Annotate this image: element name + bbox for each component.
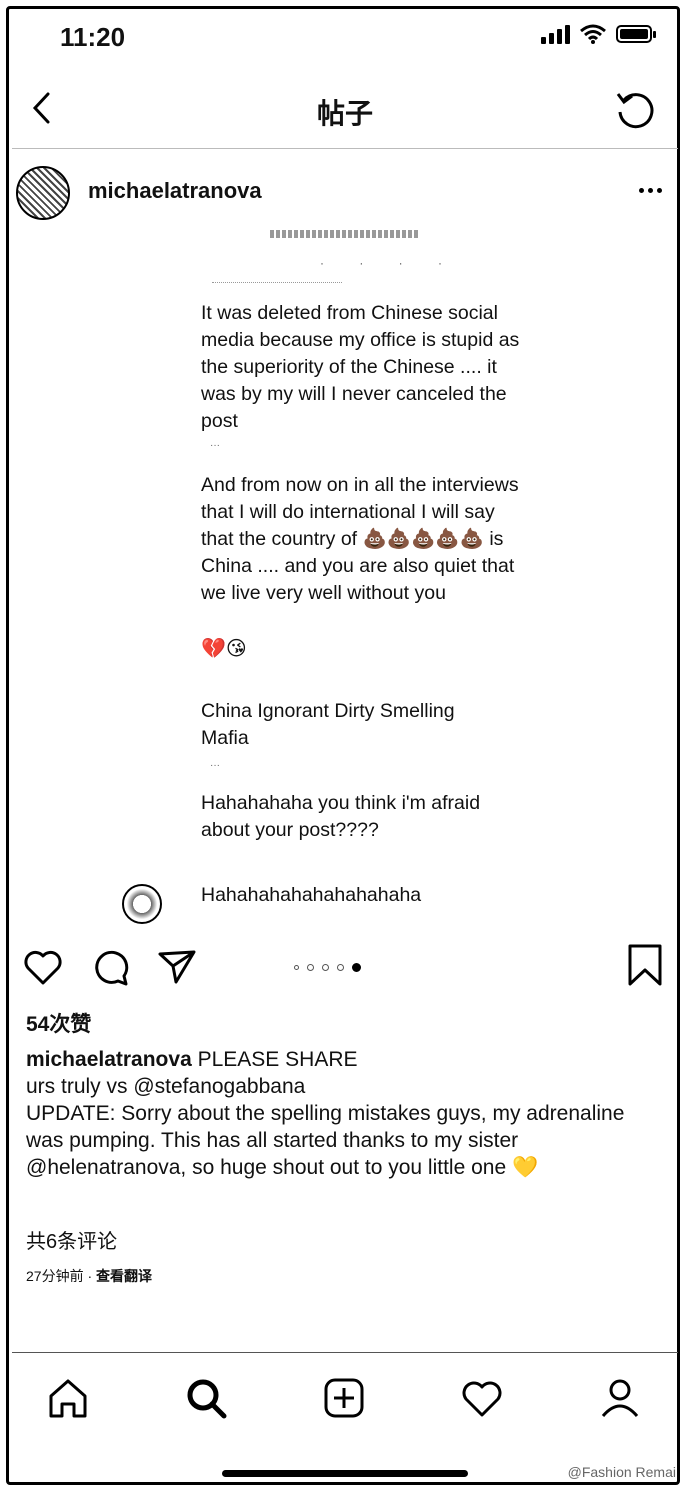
refresh-icon[interactable] bbox=[614, 88, 658, 132]
carousel-indicator bbox=[294, 963, 361, 972]
status-icons bbox=[541, 24, 656, 44]
comment-icon[interactable] bbox=[90, 946, 132, 988]
caption-line-3: UPDATE: Sorry about the spelling mistake… bbox=[26, 1102, 625, 1179]
more-icon[interactable] bbox=[639, 188, 662, 193]
translate-link[interactable]: 查看翻译 bbox=[96, 1268, 152, 1284]
watermark: @Fashion Remai bbox=[567, 1464, 676, 1480]
home-indicator[interactable] bbox=[222, 1470, 468, 1477]
post-username[interactable]: michaelatranova bbox=[88, 178, 262, 204]
wifi-icon bbox=[580, 24, 606, 44]
add-icon[interactable] bbox=[322, 1376, 366, 1420]
search-icon[interactable] bbox=[184, 1376, 228, 1420]
signal-icon bbox=[541, 24, 570, 44]
share-icon[interactable] bbox=[156, 946, 198, 988]
post-image[interactable]: · · · · It was deleted from Chinese soci… bbox=[12, 226, 678, 946]
caption: michaelatranova PLEASE SHARE urs truly v… bbox=[26, 1046, 656, 1181]
page-title: 帖子 bbox=[316, 98, 373, 129]
meta-separator: · bbox=[83, 1268, 97, 1284]
message-4: Hahahahaha you think i'm afraid about yo… bbox=[201, 792, 481, 841]
message-2: And from now on in all the interviews th… bbox=[201, 474, 519, 604]
post-meta: 27分钟前 · 查看翻译 bbox=[26, 1266, 152, 1286]
faded-dots: · · · · bbox=[320, 256, 458, 270]
status-time: 11:20 bbox=[60, 22, 126, 52]
view-comments-link[interactable]: 共6条评论 bbox=[26, 1225, 117, 1254]
profile-icon[interactable] bbox=[598, 1376, 642, 1420]
message-avatar bbox=[122, 884, 162, 924]
faded-dots: ··· bbox=[210, 440, 220, 451]
message-5: Hahahahahahahahahaha bbox=[201, 884, 422, 906]
tab-divider bbox=[12, 1352, 678, 1353]
faded-dots: ··· bbox=[210, 760, 220, 771]
message-3: China Ignorant Dirty Smelling Mafia bbox=[201, 700, 455, 749]
home-icon[interactable] bbox=[46, 1376, 90, 1420]
message-1: It was deleted from Chinese social media… bbox=[201, 302, 520, 432]
avatar[interactable] bbox=[16, 166, 70, 220]
caption-line-2: urs truly vs @stefanogabbana bbox=[26, 1075, 306, 1098]
caption-username[interactable]: michaelatranova bbox=[26, 1048, 192, 1071]
faded-line bbox=[212, 282, 342, 283]
post-time: 27分钟前 bbox=[26, 1268, 84, 1284]
activity-icon[interactable] bbox=[460, 1376, 504, 1420]
faded-header-text bbox=[270, 230, 420, 238]
divider bbox=[12, 148, 678, 149]
bookmark-icon[interactable] bbox=[624, 944, 666, 986]
likes-count[interactable]: 54次赞 bbox=[26, 1008, 91, 1038]
heart-icon[interactable] bbox=[22, 946, 64, 988]
emoji-line: 💔😘 bbox=[201, 638, 247, 660]
caption-line-1: PLEASE SHARE bbox=[197, 1048, 358, 1071]
battery-icon bbox=[616, 25, 656, 43]
